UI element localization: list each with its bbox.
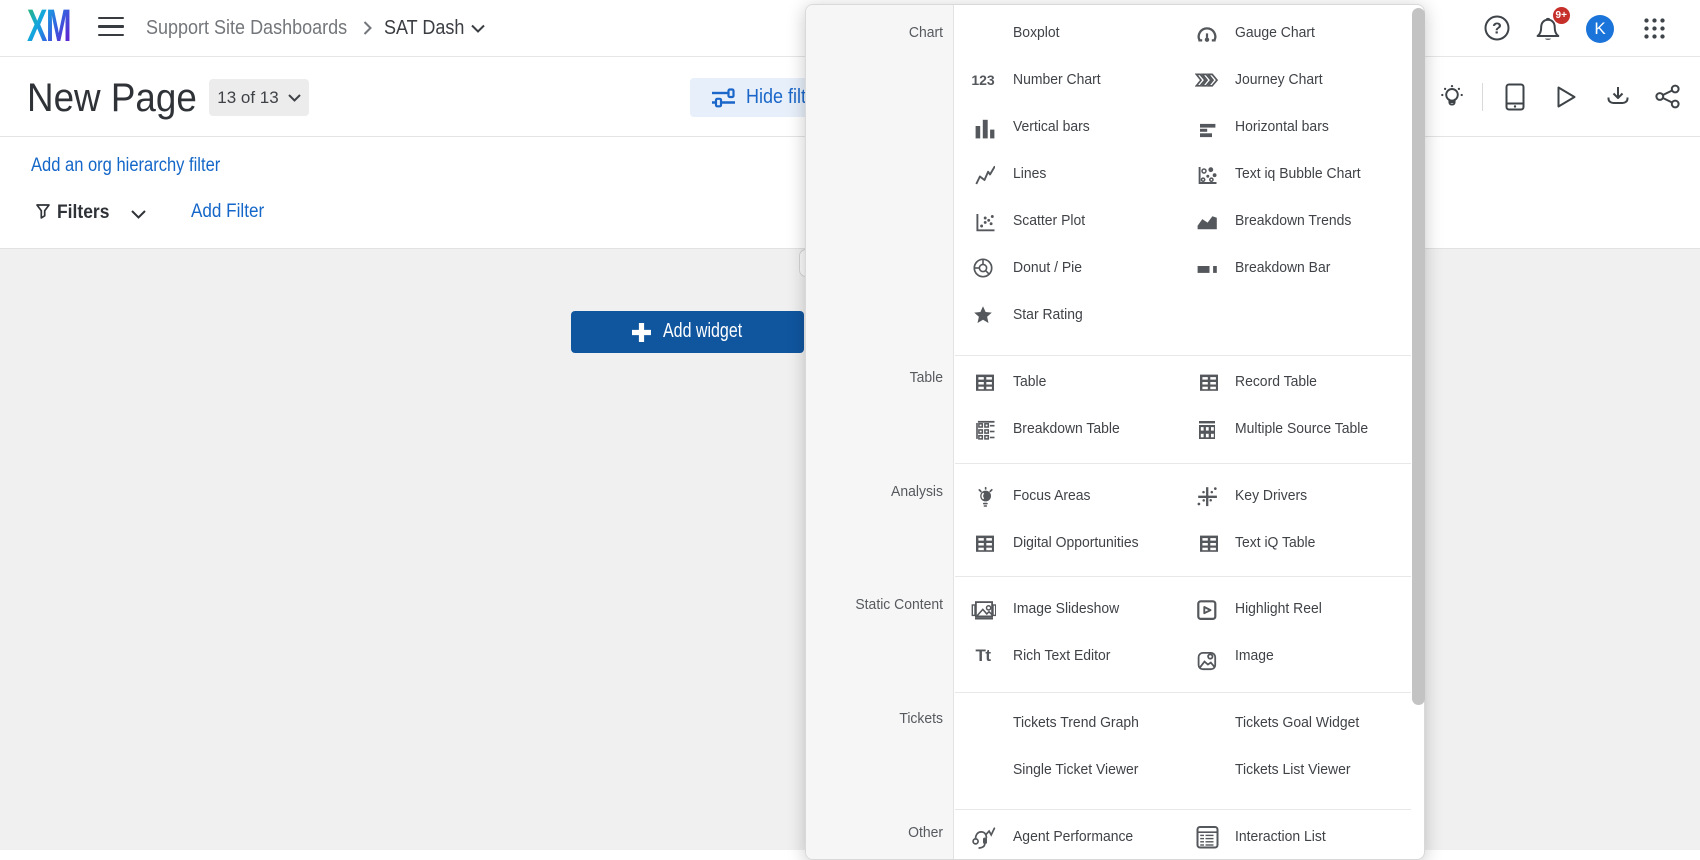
svg-text:?: ?: [1492, 21, 1502, 38]
svg-text:XM: XM: [27, 3, 70, 45]
